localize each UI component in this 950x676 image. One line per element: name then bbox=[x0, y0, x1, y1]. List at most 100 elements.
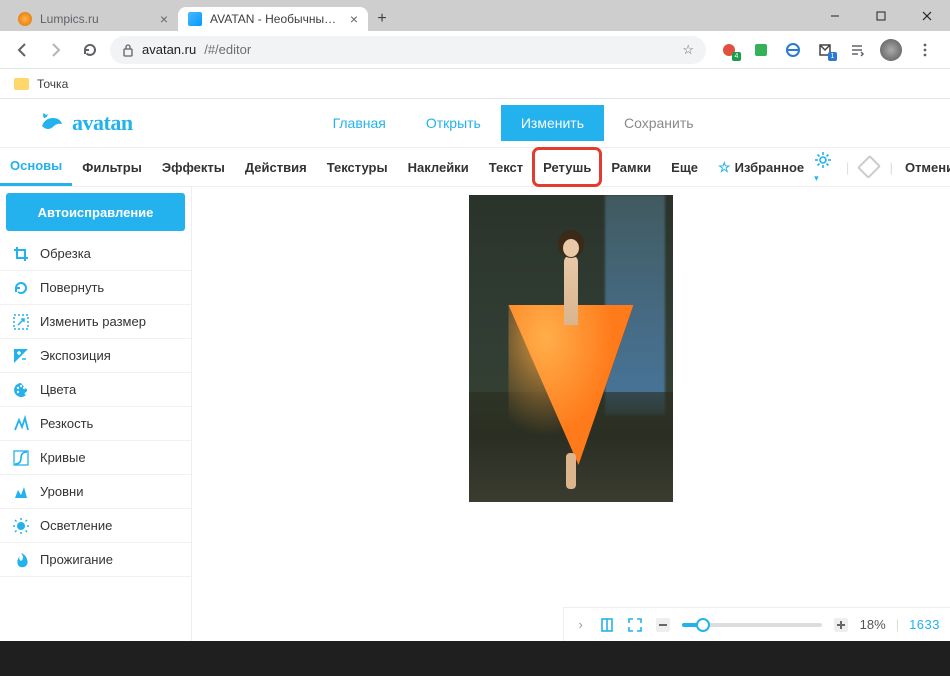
panel-item-label: Изменить размер bbox=[40, 314, 146, 329]
panel-item-curves[interactable]: Кривые bbox=[0, 441, 191, 475]
toolbar-right: ▾ | | Отменить По bbox=[814, 151, 950, 184]
panel-item-exposure[interactable]: Экспозиция bbox=[0, 339, 191, 373]
chevron-down-icon: ▾ bbox=[814, 173, 819, 183]
os-taskbar bbox=[0, 641, 950, 676]
image-dimensions: 1633 bbox=[909, 617, 940, 632]
maximize-button[interactable] bbox=[858, 0, 904, 31]
collapse-icon[interactable]: › bbox=[574, 617, 588, 632]
crop-icon bbox=[12, 245, 30, 263]
address-bar: avatan.ru/#/editor ☆ 4 1 bbox=[0, 31, 950, 69]
panel-item-dodge[interactable]: Осветление bbox=[0, 509, 191, 543]
panel-item-label: Повернуть bbox=[40, 280, 104, 295]
fullscreen-icon[interactable] bbox=[626, 616, 644, 634]
menu-save[interactable]: Сохранить bbox=[604, 105, 714, 141]
lock-icon bbox=[122, 43, 134, 57]
minimize-button[interactable] bbox=[812, 0, 858, 31]
app-header: avatan Главная Открыть Изменить Сохранит… bbox=[0, 99, 950, 147]
close-icon[interactable]: × bbox=[160, 12, 168, 26]
palette-icon bbox=[12, 381, 30, 399]
tab-favorites-label: Избранное bbox=[735, 160, 805, 175]
panel-item-label: Цвета bbox=[40, 382, 76, 397]
ext-icon-1[interactable]: 4 bbox=[720, 41, 738, 59]
tab-title: AVATAN - Необычный Фоторед… bbox=[210, 12, 342, 26]
logo-text: avatan bbox=[72, 110, 133, 136]
ext-icon-4[interactable]: 1 bbox=[816, 41, 834, 59]
tab-basics[interactable]: Основы bbox=[0, 148, 72, 186]
app-root: avatan Главная Открыть Изменить Сохранит… bbox=[0, 99, 950, 641]
panel-item-levels[interactable]: Уровни bbox=[0, 475, 191, 509]
browser-tab-lumpics[interactable]: Lumpics.ru × bbox=[8, 7, 178, 31]
zoom-out-button[interactable] bbox=[654, 616, 672, 634]
close-icon[interactable]: × bbox=[350, 12, 358, 26]
whale-icon bbox=[40, 112, 66, 134]
resize-icon bbox=[12, 313, 30, 331]
fit-screen-icon[interactable] bbox=[598, 616, 616, 634]
zoom-in-button[interactable] bbox=[832, 616, 850, 634]
favicon-icon bbox=[188, 12, 202, 26]
slider-thumb[interactable] bbox=[696, 618, 710, 632]
tab-filters[interactable]: Фильтры bbox=[72, 148, 152, 186]
levels-icon bbox=[12, 483, 30, 501]
tab-frames[interactable]: Рамки bbox=[601, 148, 661, 186]
close-window-button[interactable] bbox=[904, 0, 950, 31]
tab-effects[interactable]: Эффекты bbox=[152, 148, 235, 186]
exposure-icon bbox=[12, 347, 30, 365]
ext-icon-3[interactable] bbox=[784, 41, 802, 59]
layers-icon[interactable] bbox=[857, 155, 881, 179]
chrome-menu-icon[interactable] bbox=[916, 41, 934, 59]
tab-more[interactable]: Еще bbox=[661, 148, 708, 186]
bookmark-item[interactable]: Точка bbox=[37, 77, 68, 91]
extension-icons: 4 1 bbox=[712, 39, 942, 61]
back-button[interactable] bbox=[8, 36, 36, 64]
ext-icon-2[interactable] bbox=[752, 41, 770, 59]
profile-avatar[interactable] bbox=[880, 39, 902, 61]
panel-item-label: Резкость bbox=[40, 416, 93, 431]
menu-edit[interactable]: Изменить bbox=[501, 105, 604, 141]
tab-actions[interactable]: Действия bbox=[235, 148, 317, 186]
omnibox[interactable]: avatan.ru/#/editor ☆ bbox=[110, 36, 706, 64]
canvas-area[interactable]: › 18% | 1633 bbox=[192, 187, 950, 641]
panel-item-resize[interactable]: Изменить размер bbox=[0, 305, 191, 339]
panel-item-label: Обрезка bbox=[40, 246, 91, 261]
star-icon: ☆ bbox=[718, 159, 731, 176]
sharpen-icon bbox=[12, 415, 30, 433]
forward-button[interactable] bbox=[42, 36, 70, 64]
tab-stickers[interactable]: Наклейки bbox=[398, 148, 479, 186]
browser-tab-avatan[interactable]: AVATAN - Необычный Фоторед… × bbox=[178, 7, 368, 31]
workspace: Автоисправление Обрезка Повернуть Измени… bbox=[0, 187, 950, 641]
reload-button[interactable] bbox=[76, 36, 104, 64]
panel-item-burn[interactable]: Прожигание bbox=[0, 543, 191, 577]
zoom-percent: 18% bbox=[860, 617, 886, 632]
zoom-slider[interactable] bbox=[682, 623, 822, 627]
settings-button[interactable]: ▾ bbox=[814, 151, 834, 184]
reading-list-icon[interactable] bbox=[848, 41, 866, 59]
bookmarks-bar: Точка bbox=[0, 69, 950, 99]
left-panel: Автоисправление Обрезка Повернуть Измени… bbox=[0, 187, 192, 641]
window-controls bbox=[812, 0, 950, 31]
panel-item-rotate[interactable]: Повернуть bbox=[0, 271, 191, 305]
panel-item-colors[interactable]: Цвета bbox=[0, 373, 191, 407]
folder-icon bbox=[14, 78, 29, 90]
logo[interactable]: avatan bbox=[40, 110, 133, 136]
tab-text[interactable]: Текст bbox=[479, 148, 533, 186]
menu-home[interactable]: Главная bbox=[313, 105, 406, 141]
new-tab-button[interactable]: + bbox=[368, 7, 396, 31]
undo-button[interactable]: Отменить bbox=[905, 160, 950, 175]
panel-item-label: Осветление bbox=[40, 518, 112, 533]
canvas-image[interactable] bbox=[469, 195, 673, 502]
menu-open[interactable]: Открыть bbox=[406, 105, 501, 141]
dodge-icon bbox=[12, 517, 30, 535]
tab-retouch[interactable]: Ретушь bbox=[533, 148, 601, 186]
tab-favorites[interactable]: ☆ Избранное bbox=[708, 148, 814, 186]
panel-item-label: Прожигание bbox=[40, 552, 113, 567]
bookmark-star-icon[interactable]: ☆ bbox=[682, 42, 694, 58]
url-host: avatan.ru bbox=[142, 42, 196, 57]
tab-textures[interactable]: Текстуры bbox=[317, 148, 398, 186]
burn-icon bbox=[12, 551, 30, 569]
panel-item-crop[interactable]: Обрезка bbox=[0, 237, 191, 271]
tab-title: Lumpics.ru bbox=[40, 12, 152, 26]
panel-item-sharpen[interactable]: Резкость bbox=[0, 407, 191, 441]
editor-toolbar: Основы Фильтры Эффекты Действия Текстуры… bbox=[0, 147, 950, 187]
curves-icon bbox=[12, 449, 30, 467]
auto-fix-button[interactable]: Автоисправление bbox=[6, 193, 185, 231]
